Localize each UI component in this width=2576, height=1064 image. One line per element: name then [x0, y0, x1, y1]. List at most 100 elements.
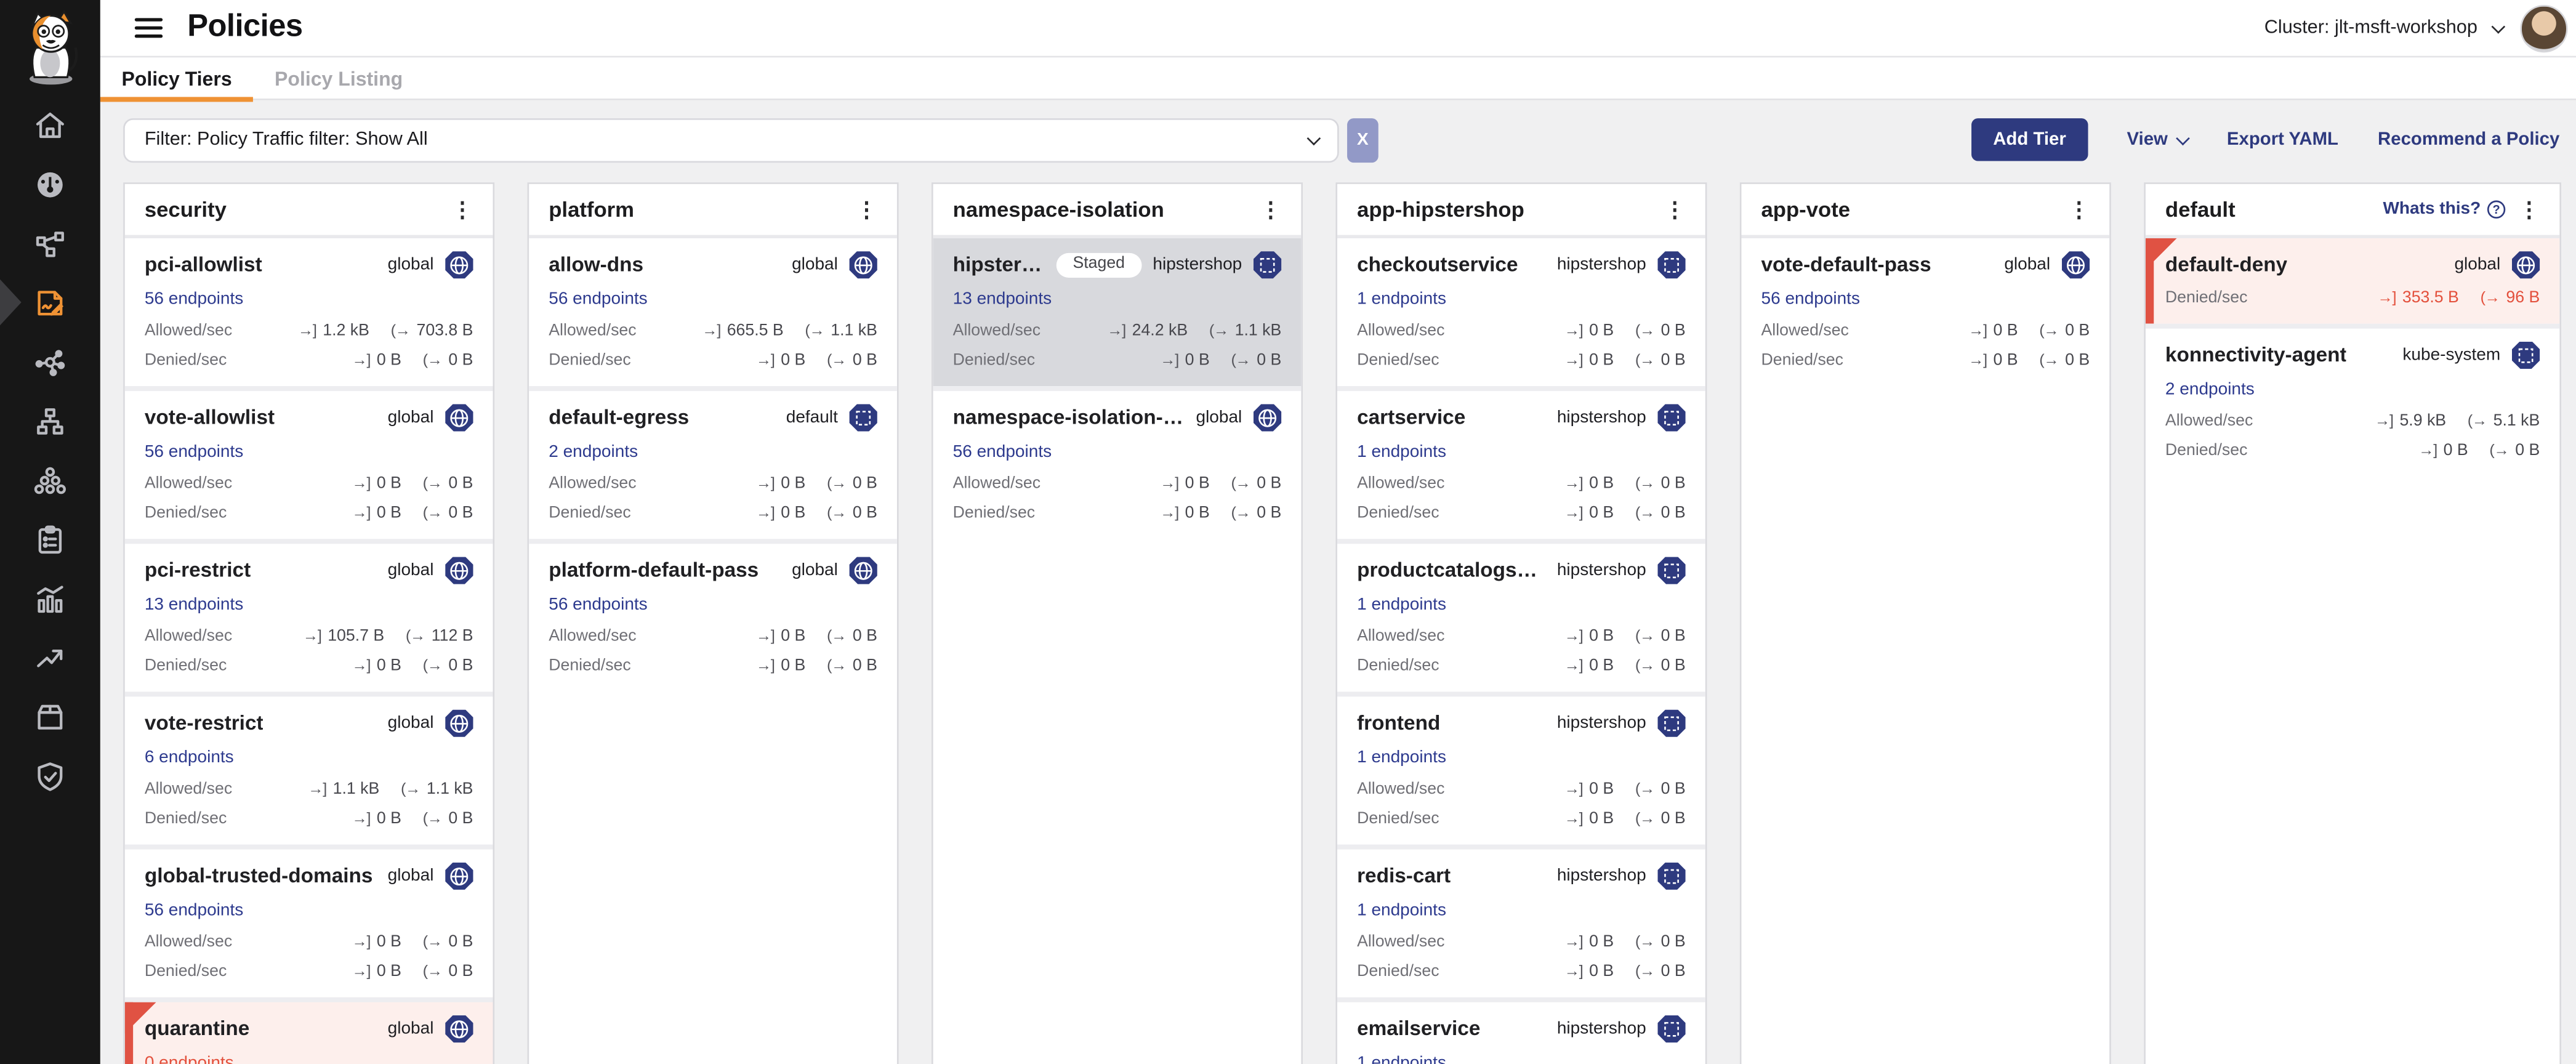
policy-card[interactable]: konnectivity-agent kube-system 2 endpoin…	[2146, 323, 2559, 475]
export-yaml-button[interactable]: Export YAML	[2227, 130, 2338, 150]
egress-icon: (→	[1635, 474, 1654, 494]
ingress-icon: →]	[756, 504, 775, 523]
view-dropdown-button[interactable]: View	[2127, 130, 2187, 150]
endpoints-link[interactable]: 56 endpoints	[145, 441, 243, 461]
policy-card[interactable]: redis-cart hipstershop 1 endpoints Allow…	[1337, 844, 1705, 996]
policy-scope-label: hipstershop	[1557, 1018, 1646, 1038]
service-graph-icon[interactable]	[0, 214, 100, 273]
tier-menu-kebab-icon[interactable]: ⋮	[452, 198, 473, 220]
endpoints-link[interactable]: 1 endpoints	[1357, 747, 1446, 767]
policy-card[interactable]: default-egress default 2 endpoints Allow…	[529, 385, 897, 538]
policy-card[interactable]: cartservice hipstershop 1 endpoints Allo…	[1337, 385, 1705, 538]
home-icon[interactable]	[0, 95, 100, 155]
denied-label: Denied/sec	[1357, 351, 1439, 371]
shield-check-icon[interactable]	[0, 746, 100, 805]
ingress-icon: →]	[1564, 932, 1583, 952]
allowed-ingress-value: 0 B	[781, 474, 805, 494]
endpoints-link[interactable]: 56 endpoints	[549, 594, 647, 614]
denied-row: Denied/sec →]0 B (→0 B	[953, 504, 1282, 523]
tier-menu-kebab-icon[interactable]: ⋮	[1260, 198, 1282, 220]
denied-ingress-value: 0 B	[377, 809, 401, 829]
allowed-egress-value: 703.8 B	[416, 321, 473, 341]
endpoints-link[interactable]: 56 endpoints	[549, 288, 647, 308]
ingress-icon: →]	[352, 504, 370, 523]
endpoints-link[interactable]: 0 endpoints	[145, 1052, 234, 1064]
egress-icon: (→	[2489, 441, 2508, 461]
endpoints-link[interactable]: 13 endpoints	[145, 594, 243, 614]
egress-icon: (→	[1635, 656, 1654, 676]
tier-menu-kebab-icon[interactable]: ⋮	[856, 198, 877, 220]
denied-egress-value: 0 B	[448, 656, 473, 676]
tab-policy-tiers[interactable]: Policy Tiers	[100, 57, 254, 99]
endpoints-link[interactable]: 56 endpoints	[145, 900, 243, 919]
allowed-ingress-value: 5.9 kB	[2399, 411, 2446, 431]
policy-card[interactable]: emailservice hipstershop 1 endpoints All…	[1337, 996, 1705, 1063]
egress-icon: (→	[1635, 504, 1654, 523]
network-tree-icon[interactable]	[0, 391, 100, 450]
denied-ingress-value: 0 B	[1185, 504, 1210, 523]
cluster-selector[interactable]: Cluster: jlt-msft-workshop	[2264, 18, 2502, 38]
user-avatar[interactable]	[2520, 4, 2567, 52]
ingress-icon: →]	[756, 656, 775, 676]
endpoints-link[interactable]: 6 endpoints	[145, 747, 234, 767]
package-box-icon[interactable]	[0, 687, 100, 746]
allowed-row: Allowed/sec →]0 B (→0 B	[145, 932, 473, 952]
trend-line-icon[interactable]	[0, 627, 100, 687]
global-badge	[2512, 251, 2540, 278]
endpoints-link[interactable]: 1 endpoints	[1357, 288, 1446, 308]
add-tier-button[interactable]: Add Tier	[1972, 118, 2088, 161]
allowed-label: Allowed/sec	[1357, 627, 1444, 647]
denied-egress-value: 0 B	[448, 351, 473, 371]
policy-card[interactable]: hipstershop-gh… Staged hipstershop 13 en…	[933, 238, 1302, 385]
tier-menu-kebab-icon[interactable]: ⋮	[2519, 198, 2540, 220]
endpoints-link[interactable]: 1 endpoints	[1357, 594, 1446, 614]
report-chart-icon[interactable]	[0, 568, 100, 627]
top-bar: Policies Cluster: jlt-msft-workshop	[100, 0, 2576, 57]
policy-card[interactable]: pci-allowlist global 56 endpoints Allowe…	[125, 238, 493, 385]
denied-label: Denied/sec	[145, 504, 227, 523]
endpoints-link[interactable]: 2 endpoints	[2165, 379, 2255, 398]
policy-card[interactable]: pci-restrict global 13 endpoints Allowed…	[125, 538, 493, 691]
recommend-policy-button[interactable]: Recommend a Policy	[2378, 130, 2559, 150]
view-label: View	[2127, 130, 2167, 150]
policy-card[interactable]: vote-default-pass global 56 endpoints Al…	[1741, 238, 2109, 385]
denied-label: Denied/sec	[1357, 809, 1439, 829]
endpoints-link[interactable]: 1 endpoints	[1357, 900, 1446, 919]
policy-card[interactable]: default-deny global Denied/sec →]353.5 B…	[2146, 238, 2559, 323]
tab-policy-listing[interactable]: Policy Listing	[253, 57, 424, 99]
denied-egress-value: 0 B	[2515, 441, 2540, 461]
policy-card[interactable]: global-trusted-domains global 56 endpoin…	[125, 844, 493, 996]
endpoints-link[interactable]: 56 endpoints	[953, 441, 1052, 461]
hamburger-menu-icon[interactable]	[135, 17, 163, 39]
workloads-icon[interactable]	[0, 450, 100, 509]
whats-this-link[interactable]: Whats this? ?	[2383, 199, 2505, 219]
policy-card[interactable]: platform-default-pass global 56 endpoint…	[529, 538, 897, 691]
tier-menu-kebab-icon[interactable]: ⋮	[2068, 198, 2090, 220]
compliance-clipboard-icon[interactable]	[0, 509, 100, 568]
policy-traffic-filter-select[interactable]: Filter: Policy Traffic filter: Show All	[123, 118, 1339, 162]
policy-card[interactable]: quarantine global 0 endpoints	[125, 996, 493, 1063]
flow-visualization-icon[interactable]	[0, 332, 100, 391]
endpoints-link[interactable]: 56 endpoints	[145, 288, 243, 308]
global-badge	[850, 251, 877, 278]
endpoints-link[interactable]: 56 endpoints	[1761, 288, 1859, 308]
denied-row: Denied/sec →]0 B (→0 B	[145, 962, 473, 981]
policy-card[interactable]: productcatalogservice hipstershop 1 endp…	[1337, 538, 1705, 691]
endpoints-link[interactable]: 1 endpoints	[1357, 1052, 1446, 1064]
endpoints-link[interactable]: 1 endpoints	[1357, 441, 1446, 461]
endpoints-link[interactable]: 13 endpoints	[953, 288, 1052, 308]
tier-menu-kebab-icon[interactable]: ⋮	[1664, 198, 1686, 220]
policies-icon[interactable]	[0, 273, 100, 332]
policy-card[interactable]: checkoutservice hipstershop 1 endpoints …	[1337, 238, 1705, 385]
endpoints-link[interactable]: 2 endpoints	[549, 441, 638, 461]
dashboard-gauge-icon[interactable]	[0, 155, 100, 214]
tier-card-list: allow-dns global 56 endpoints Allowed/se…	[529, 238, 897, 1064]
policy-card[interactable]: vote-restrict global 6 endpoints Allowed…	[125, 691, 493, 844]
policy-card[interactable]: frontend hipstershop 1 endpoints Allowed…	[1337, 691, 1705, 844]
ingress-icon: →]	[1564, 504, 1583, 523]
policy-card[interactable]: namespace-isolation-default-p… global 56…	[933, 385, 1302, 538]
clear-filter-button[interactable]: X	[1347, 118, 1379, 162]
policy-card[interactable]: vote-allowlist global 56 endpoints Allow…	[125, 385, 493, 538]
policy-card[interactable]: allow-dns global 56 endpoints Allowed/se…	[529, 238, 897, 385]
cluster-selector-label: Cluster: jlt-msft-workshop	[2264, 18, 2477, 38]
